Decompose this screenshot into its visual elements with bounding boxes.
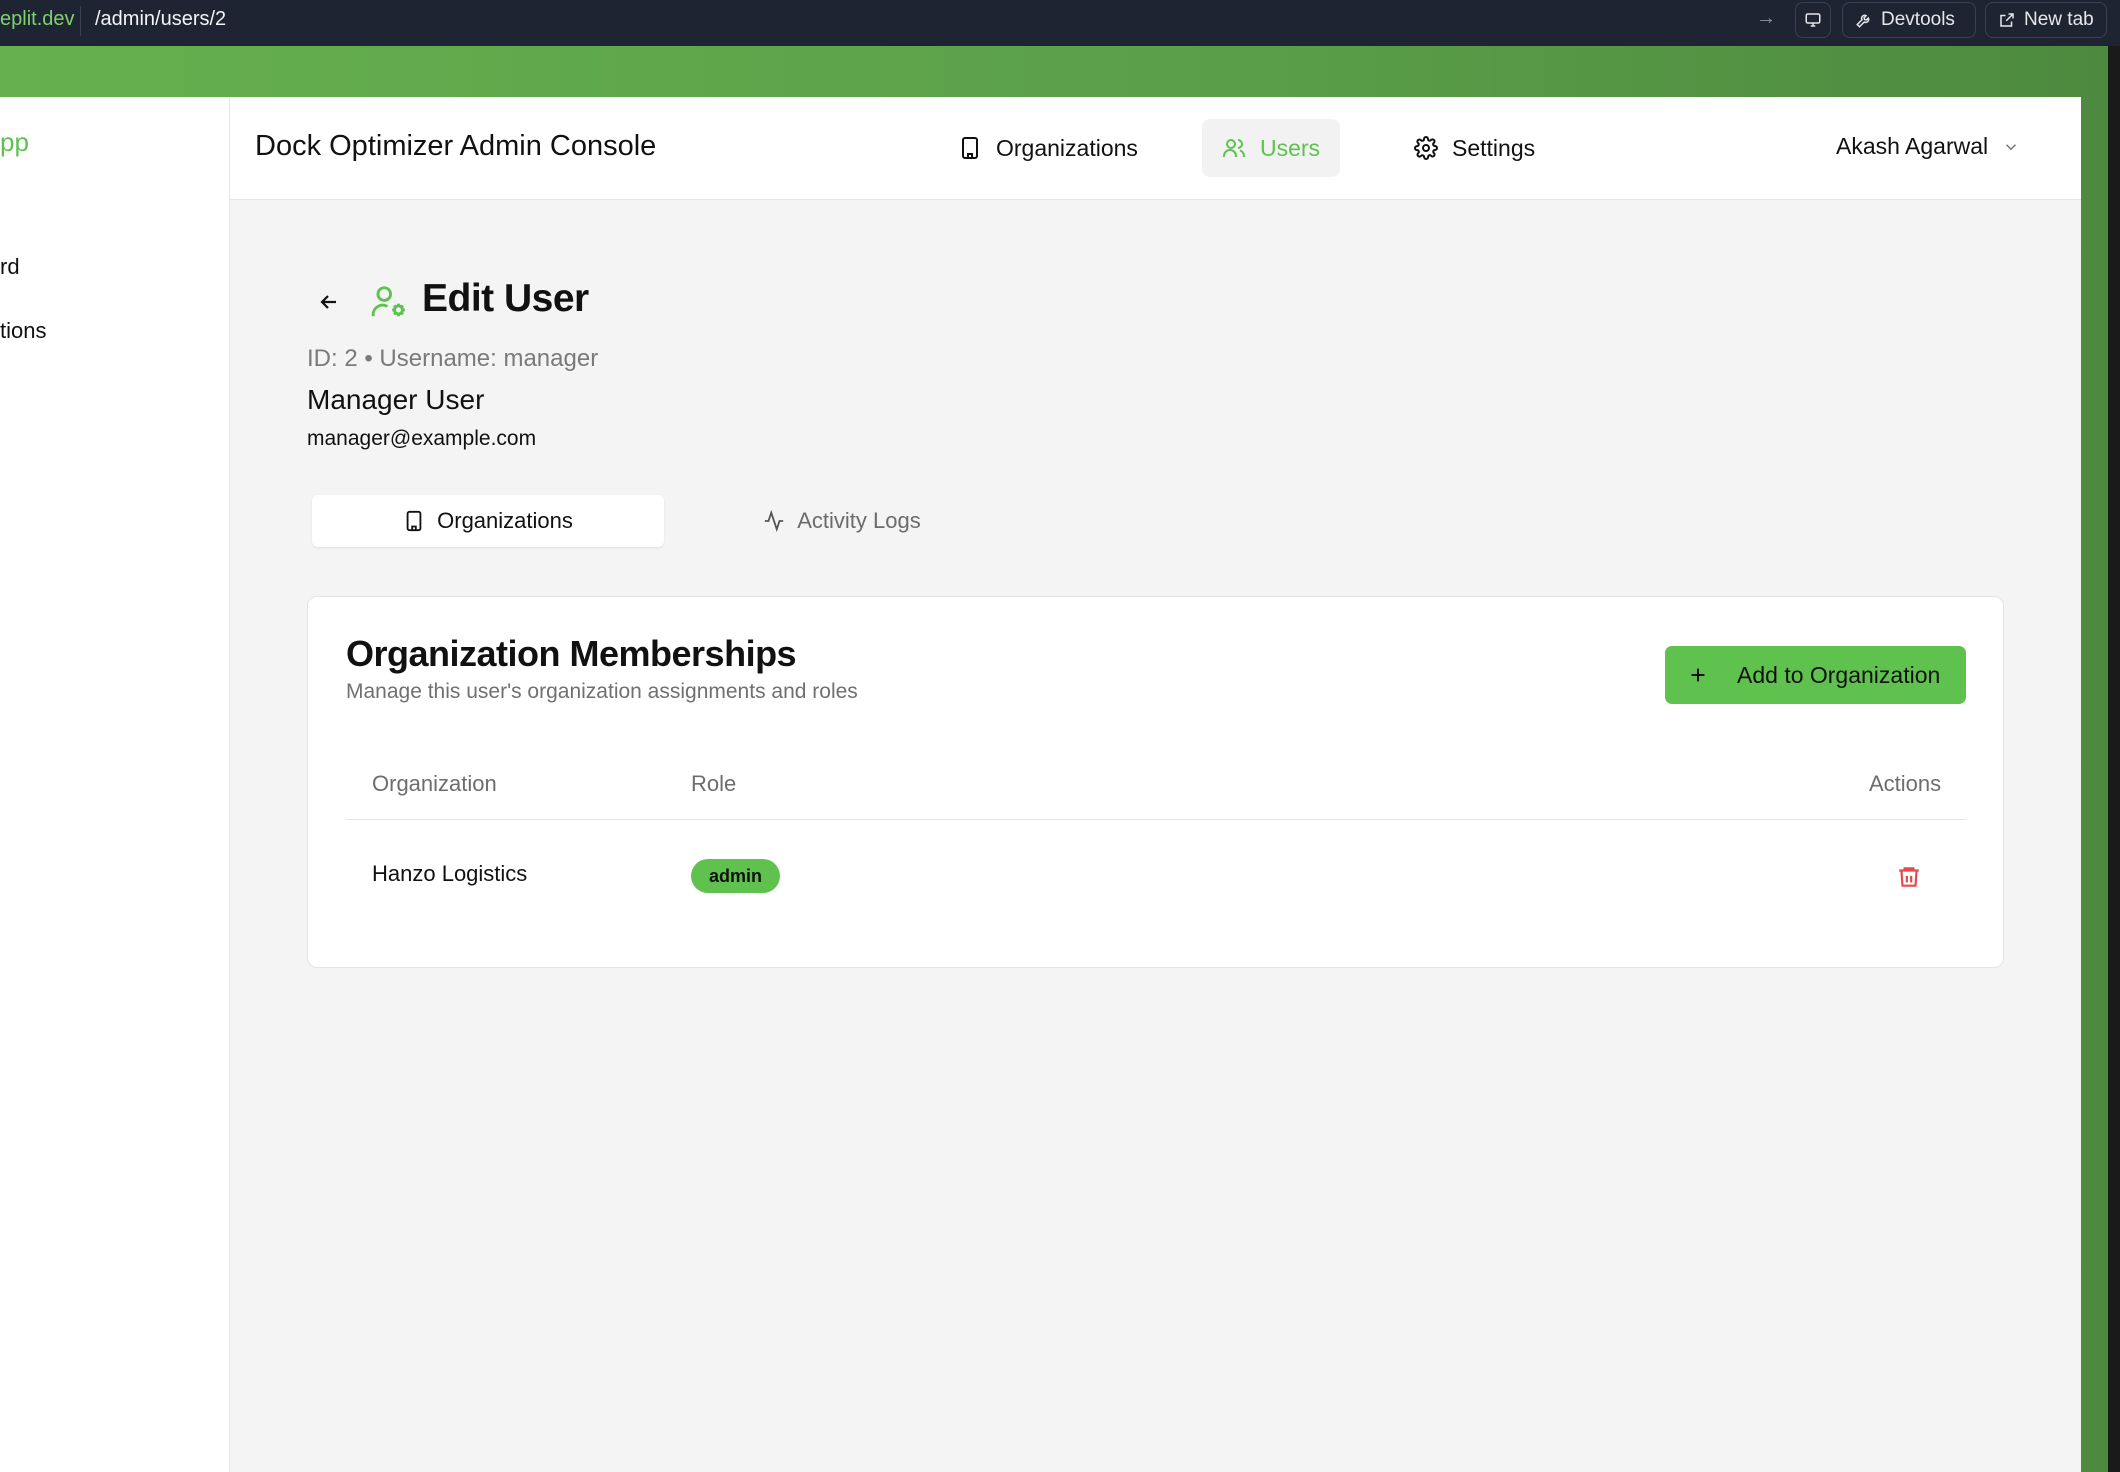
building-icon <box>962 137 978 159</box>
tab-activity-logs[interactable]: Activity Logs <box>727 495 957 547</box>
tab-activity-logs-label: Activity Logs <box>797 508 921 533</box>
sidebar-item-organizations[interactable]: tions <box>0 318 46 344</box>
organization-cell: Hanzo Logistics <box>372 861 528 886</box>
go-arrow-icon[interactable]: → <box>1756 7 1776 30</box>
tab-list: Organizations Activity Logs <box>307 489 957 555</box>
role-badge: admin <box>691 859 781 893</box>
users-icon <box>1223 139 1245 157</box>
user-meta: ID: 2 • Username: manager <box>307 345 599 372</box>
add-to-organization-label: Add to Organization <box>1737 661 1941 688</box>
user-menu[interactable]: Akash Agarwal <box>1836 133 2020 160</box>
user-name: Akash Agarwal <box>1836 133 1989 159</box>
external-link-icon <box>2000 13 2014 27</box>
devtools-label: Devtools <box>1881 9 1955 30</box>
browser-toolbar: eplit.dev /admin/users/2 → Devtools New … <box>0 0 2120 47</box>
tab-organizations[interactable]: Organizations <box>312 495 664 547</box>
user-full-name: Manager User <box>307 384 485 415</box>
column-header-role: Role <box>691 771 737 796</box>
plus-icon <box>1691 668 1705 682</box>
sidebar: pp rd tions <box>0 97 230 1472</box>
devtools-button[interactable]: Devtools <box>1842 2 1976 38</box>
app-title: Dock Optimizer Admin Console <box>255 130 657 162</box>
nav-users-label: Users <box>1260 134 1321 161</box>
chevron-down-icon <box>2006 143 2017 150</box>
card-subtitle: Manage this user's organization assignme… <box>346 680 858 703</box>
new-tab-label: New tab <box>2024 9 2094 30</box>
user-email: manager@example.com <box>307 427 537 450</box>
wrench-icon <box>1856 14 1870 28</box>
url-divider <box>80 6 81 36</box>
page-title: Edit User <box>422 277 589 320</box>
window-edge <box>2108 46 2120 1472</box>
trash-icon[interactable] <box>1896 864 1922 890</box>
add-to-organization-button[interactable]: Add to Organization <box>1665 646 1966 704</box>
table-header-divider <box>346 819 1966 820</box>
gear-icon <box>1414 136 1438 160</box>
memberships-card: Organization Memberships Manage this use… <box>307 596 2004 968</box>
url-host[interactable]: eplit.dev <box>0 8 75 31</box>
app-header: Dock Optimizer Admin Console Organizatio… <box>230 97 2081 200</box>
nav-users[interactable]: Users <box>1202 119 1341 177</box>
back-arrow-icon[interactable] <box>317 290 341 314</box>
nav-organizations-label: Organizations <box>996 134 1138 161</box>
sidebar-brand[interactable]: pp <box>0 127 29 158</box>
card-title: Organization Memberships <box>346 633 797 674</box>
building-icon <box>406 510 422 532</box>
url-path[interactable]: /admin/users/2 <box>95 8 226 31</box>
nav-organizations[interactable]: Organizations <box>938 119 1158 177</box>
activity-icon <box>765 510 784 532</box>
nav-settings[interactable]: Settings <box>1394 119 1555 177</box>
column-header-organization: Organization <box>372 771 497 796</box>
nav-settings-label: Settings <box>1452 134 1536 161</box>
column-header-actions: Actions <box>1869 771 1942 796</box>
sidebar-item-dashboard[interactable]: rd <box>0 254 20 280</box>
new-tab-button[interactable]: New tab <box>1985 2 2107 38</box>
tab-organizations-label: Organizations <box>437 508 573 533</box>
user-cog-icon <box>371 286 405 317</box>
screen-icon[interactable] <box>1795 2 1831 38</box>
main-content: Dock Optimizer Admin Console Organizatio… <box>230 97 2081 1472</box>
